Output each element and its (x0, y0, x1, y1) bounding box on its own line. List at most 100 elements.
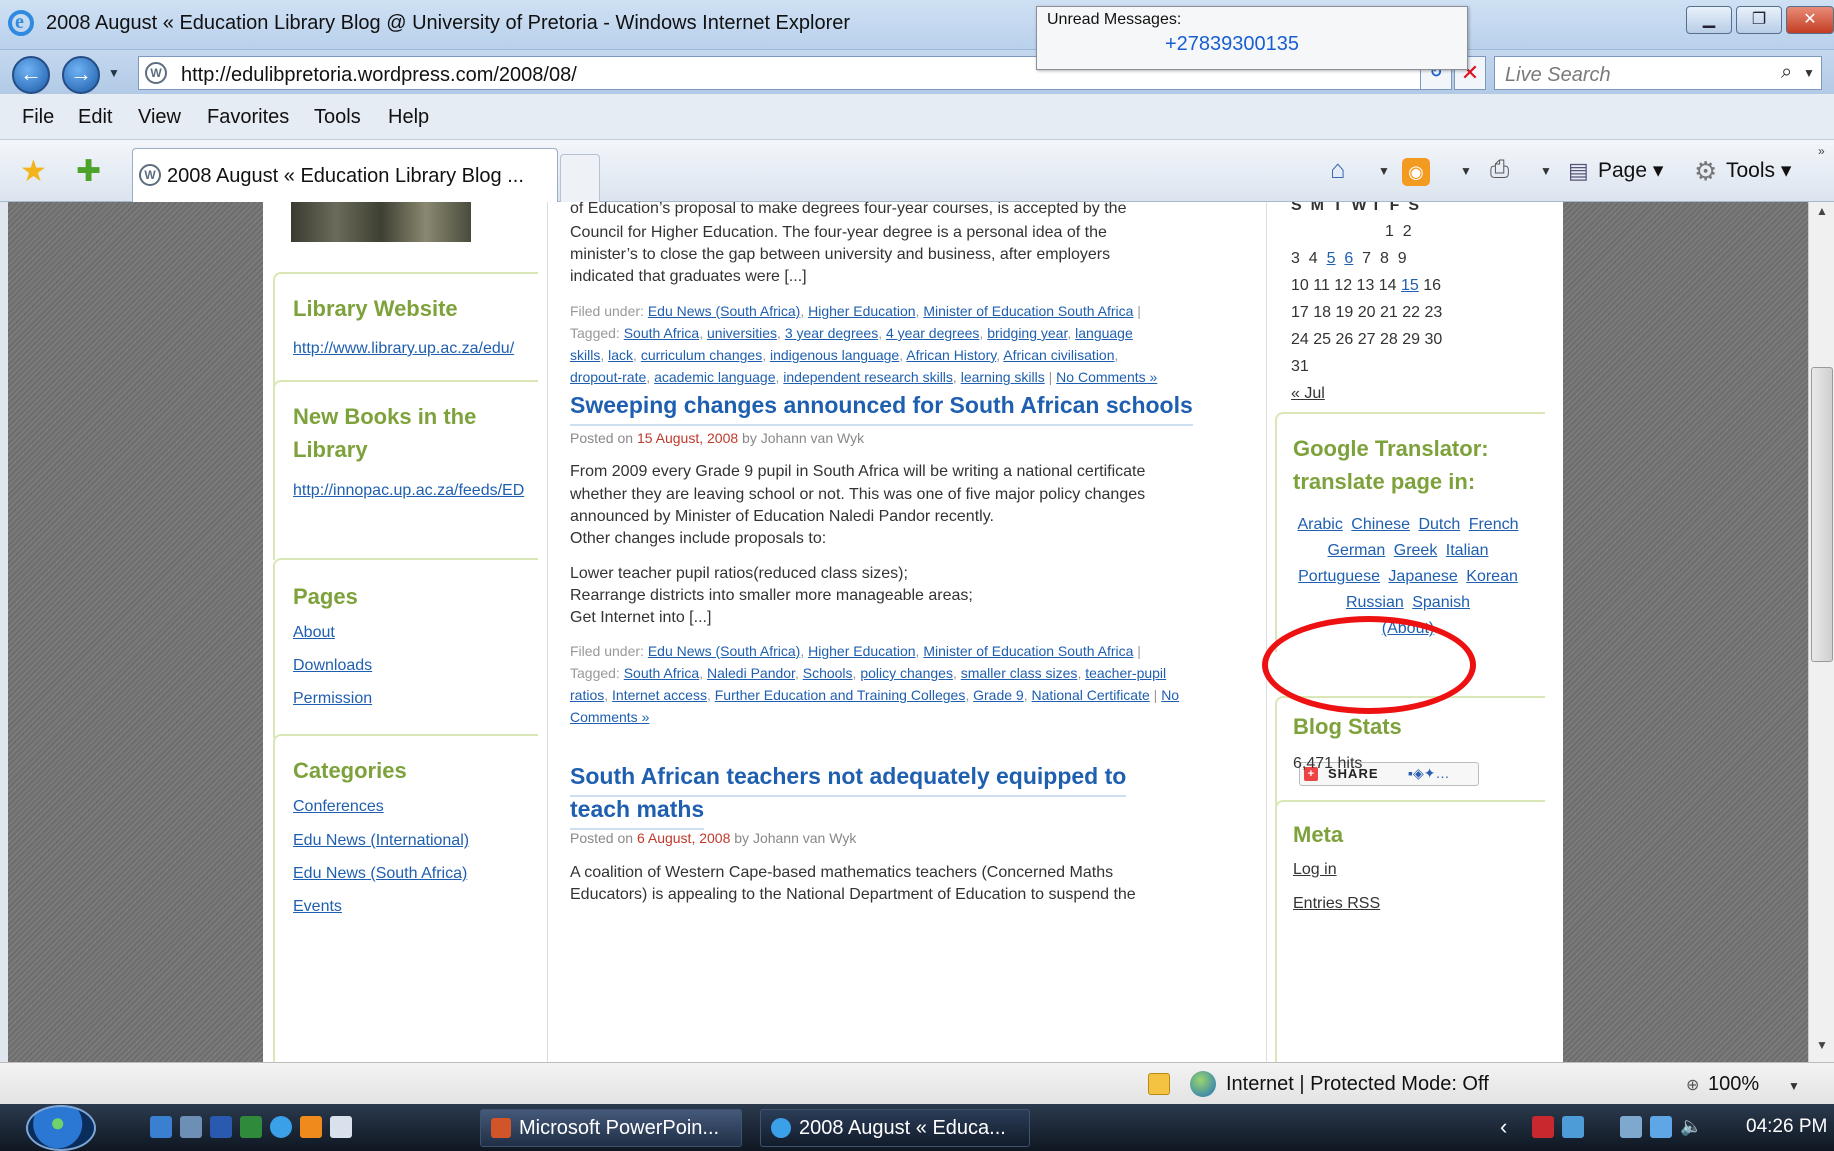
translate-link-german[interactable]: German (1328, 542, 1386, 559)
tag-link[interactable]: 3 year degrees (785, 325, 878, 341)
window-title-bar[interactable]: e 2008 August « Education Library Blog @… (0, 0, 1834, 50)
word-icon[interactable] (210, 1116, 232, 1138)
favorites-center-icon[interactable]: ★ (20, 154, 47, 189)
translate-link-portuguese[interactable]: Portuguese (1298, 568, 1380, 585)
category-link[interactable]: Events (293, 898, 342, 916)
close-button[interactable]: ✕ (1786, 6, 1834, 34)
feeds-dropdown-icon[interactable]: ▼ (1460, 164, 1472, 178)
menu-view[interactable]: View (138, 106, 181, 129)
rss-feed-icon[interactable]: ◉ (1402, 158, 1430, 186)
translate-link-greek[interactable]: Greek (1394, 542, 1438, 559)
maximize-button[interactable]: ❐ (1736, 6, 1782, 34)
tag-link[interactable]: policy changes (860, 665, 953, 681)
page-menu-button[interactable]: Page ▾ (1598, 158, 1663, 183)
tag-link[interactable]: learning skills (961, 369, 1045, 385)
taskbar-powerpoint[interactable]: Microsoft PowerPoin... (480, 1109, 742, 1147)
tag-link[interactable]: 4 year degrees (886, 325, 979, 341)
calendar-day-link[interactable]: 15 (1401, 277, 1419, 294)
library-website-link[interactable]: http://www.library.up.ac.za/edu/ (293, 340, 514, 358)
menu-help[interactable]: Help (388, 106, 429, 129)
tag-link[interactable]: South Africa (624, 665, 700, 681)
unread-messages-popup[interactable]: Unread Messages: +27839300135 (1036, 6, 1468, 70)
antivirus-tray-icon[interactable] (1532, 1116, 1554, 1138)
outlook-icon[interactable] (330, 1116, 352, 1138)
start-button[interactable] (26, 1105, 96, 1151)
page-link-about[interactable]: About (293, 624, 335, 642)
home-icon[interactable]: ⌂ (1330, 154, 1346, 185)
taskbar-clock[interactable]: 04:26 PM (1746, 1116, 1827, 1138)
device-tray-icon[interactable] (1620, 1116, 1642, 1138)
volume-icon[interactable]: 🔈 (1680, 1116, 1702, 1138)
category-link[interactable]: Edu News (South Africa) (648, 303, 801, 319)
recent-pages-dropdown-icon[interactable]: ▼ (108, 66, 120, 80)
translate-link-french[interactable]: French (1469, 516, 1519, 533)
translate-link-italian[interactable]: Italian (1446, 542, 1489, 559)
tag-link[interactable]: lack (608, 347, 633, 363)
tag-link[interactable]: African civilisation (1003, 347, 1114, 363)
tag-link[interactable]: academic language (654, 369, 775, 385)
vertical-scrollbar[interactable]: ▲ ▼ (1808, 202, 1834, 1062)
tag-link[interactable]: South Africa (624, 325, 700, 341)
menu-file[interactable]: File (22, 106, 54, 129)
translate-link-japanese[interactable]: Japanese (1388, 568, 1457, 585)
category-link[interactable]: Minister of Education South Africa (923, 303, 1133, 319)
tab-education-library-blog[interactable]: W 2008 August « Education Library Blog .… (132, 148, 558, 202)
tray-expand-icon[interactable]: ‹ (1500, 1114, 1507, 1140)
tag-link[interactable]: curriculum changes (641, 347, 762, 363)
tag-link[interactable]: Naledi Pandor (707, 665, 795, 681)
print-dropdown-icon[interactable]: ▼ (1540, 164, 1552, 178)
tag-link[interactable]: Internet access (612, 687, 707, 703)
tag-link[interactable]: bridging year (987, 325, 1067, 341)
tag-link[interactable]: smaller class sizes (961, 665, 1078, 681)
new-tab-button[interactable] (560, 154, 600, 202)
translate-link-dutch[interactable]: Dutch (1418, 516, 1460, 533)
toolbar-overflow-chevron-icon[interactable]: » (1818, 144, 1825, 158)
category-link[interactable]: Edu News (International) (293, 832, 469, 850)
tag-link[interactable]: language (1075, 325, 1133, 341)
scroll-up-arrow-icon[interactable]: ▲ (1809, 204, 1834, 226)
search-icon[interactable]: ⌕ (1781, 61, 1792, 84)
menu-favorites[interactable]: Favorites (207, 106, 289, 129)
post-title-link[interactable]: Sweeping changes announced for South Afr… (570, 386, 1193, 426)
tag-link[interactable]: independent research skills (783, 369, 953, 385)
page-link-downloads[interactable]: Downloads (293, 657, 372, 675)
translate-link-spanish[interactable]: Spanish (1412, 594, 1470, 611)
tag-link[interactable]: dropout-rate (570, 369, 646, 385)
tag-link[interactable]: Schools (803, 665, 853, 681)
tag-link[interactable]: teacher-pupil (1085, 665, 1166, 681)
tools-menu-button[interactable]: Tools ▾ (1726, 158, 1791, 183)
zoom-level[interactable]: 100% (1708, 1073, 1759, 1096)
comments-link[interactable]: No (1161, 687, 1179, 703)
calendar-day-link[interactable]: 6 (1344, 250, 1353, 267)
calendar-previous-month-link[interactable]: « Jul (1291, 378, 1325, 410)
print-icon[interactable]: ⎙ (1490, 156, 1509, 184)
add-to-favorites-icon[interactable]: ✚ (76, 154, 101, 189)
login-link[interactable]: Log in (1293, 854, 1337, 886)
tag-link[interactable]: Further Education and Training Colleges (715, 687, 966, 703)
address-url[interactable]: http://edulibpretoria.wordpress.com/2008… (181, 64, 577, 87)
tag-link[interactable]: ratios (570, 687, 604, 703)
translate-link-chinese[interactable]: Chinese (1351, 516, 1410, 533)
excel-icon[interactable] (240, 1116, 262, 1138)
network-tray-icon[interactable] (1562, 1116, 1584, 1138)
security-zone-text[interactable]: Internet | Protected Mode: Off (1226, 1073, 1489, 1096)
tag-link[interactable]: skills (570, 347, 600, 363)
post-title-link[interactable]: teach maths (570, 790, 705, 830)
show-desktop-icon[interactable] (150, 1116, 172, 1138)
new-books-feed-link[interactable]: http://innopac.up.ac.za/feeds/ED (293, 482, 524, 500)
tag-link[interactable]: universities (707, 325, 777, 341)
tag-link[interactable]: National Certificate (1031, 687, 1149, 703)
internet-explorer-icon[interactable] (270, 1116, 292, 1138)
calendar-day-link[interactable]: 5 (1327, 250, 1336, 267)
comments-link[interactable]: Comments » (570, 709, 649, 725)
taskbar-internet-explorer[interactable]: 2008 August « Educa... (760, 1109, 1030, 1147)
translate-link-korean[interactable]: Korean (1466, 568, 1518, 585)
media-player-icon[interactable] (300, 1116, 322, 1138)
category-link[interactable]: Edu News (South Africa) (648, 643, 801, 659)
translate-link-arabic[interactable]: Arabic (1297, 516, 1342, 533)
connection-tray-icon[interactable] (1650, 1116, 1672, 1138)
category-link[interactable]: Edu News (South Africa) (293, 865, 467, 883)
zoom-dropdown-icon[interactable]: ▼ (1788, 1079, 1800, 1093)
security-shield-icon[interactable] (1148, 1073, 1170, 1095)
search-input[interactable]: Live Search ⌕ ▼ (1494, 56, 1822, 90)
